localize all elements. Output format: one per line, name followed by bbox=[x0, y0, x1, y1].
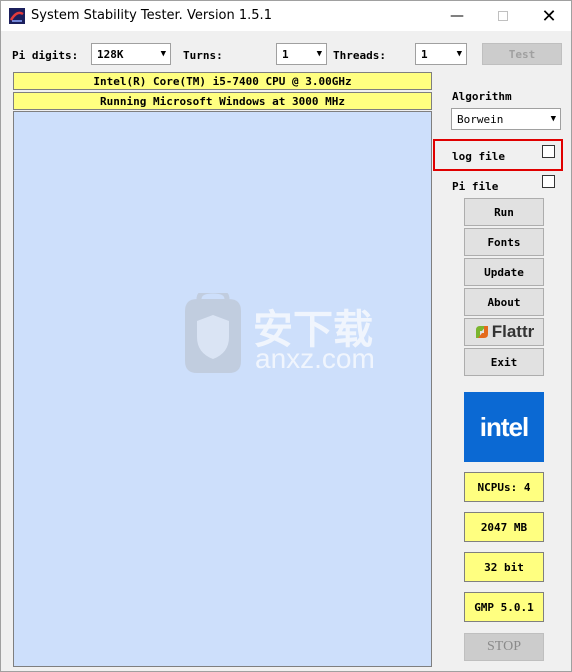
test-button[interactable]: Test bbox=[482, 43, 562, 65]
dropdown-arrow-icon: ▼ bbox=[160, 49, 166, 59]
turns-select[interactable]: 1 ▼ bbox=[276, 43, 327, 65]
threads-select[interactable]: 1 ▼ bbox=[415, 43, 467, 65]
threads-label: Threads: bbox=[333, 49, 386, 62]
pi-digits-value: 128K bbox=[97, 47, 124, 61]
ncpus-display: NCPUs: 4 bbox=[464, 472, 544, 502]
turns-label: Turns: bbox=[183, 49, 223, 62]
dropdown-arrow-icon: ▼ bbox=[550, 114, 556, 124]
pi-file-checkbox[interactable] bbox=[542, 175, 555, 188]
flattr-label: Flattr bbox=[491, 322, 535, 341]
close-icon: ✕ bbox=[541, 5, 557, 27]
turns-value: 1 bbox=[282, 47, 289, 61]
cpu-info: Intel(R) Core(TM) i5-7400 CPU @ 3.00GHz bbox=[13, 72, 432, 90]
update-button[interactable]: Update bbox=[464, 258, 544, 286]
flattr-button[interactable]: Flattr bbox=[464, 318, 544, 346]
algorithm-label: Algorithm bbox=[452, 90, 512, 103]
pi-digits-label: Pi digits: bbox=[12, 49, 79, 62]
minimize-icon: — bbox=[450, 8, 464, 24]
pi-file-label: Pi file bbox=[452, 180, 499, 193]
stop-button[interactable]: STOP bbox=[464, 633, 544, 661]
bits-display: 32 bit bbox=[464, 552, 544, 582]
main-window: System Stability Tester. Version 1.5.1 —… bbox=[0, 0, 572, 672]
log-file-checkbox[interactable] bbox=[542, 145, 555, 158]
algorithm-select[interactable]: Borwein ▼ bbox=[451, 108, 561, 130]
app-icon bbox=[9, 8, 25, 24]
run-button[interactable]: Run bbox=[464, 198, 544, 226]
dropdown-arrow-icon: ▼ bbox=[316, 49, 322, 59]
minimize-button[interactable]: — bbox=[434, 1, 480, 31]
fonts-button[interactable]: Fonts bbox=[464, 228, 544, 256]
close-button[interactable]: ✕ bbox=[526, 1, 572, 31]
log-file-label: log file bbox=[452, 150, 505, 163]
window-title: System Stability Tester. Version 1.5.1 bbox=[31, 8, 272, 23]
flattr-icon bbox=[475, 326, 488, 338]
memory-display: 2047 MB bbox=[464, 512, 544, 542]
intel-logo-text: intel bbox=[479, 411, 529, 442]
os-info: Running Microsoft Windows at 3000 MHz bbox=[13, 92, 432, 110]
pi-digits-select[interactable]: 128K ▼ bbox=[91, 43, 171, 65]
dropdown-arrow-icon: ▼ bbox=[456, 49, 462, 59]
maximize-icon bbox=[498, 11, 508, 21]
threads-value: 1 bbox=[421, 47, 428, 61]
output-area[interactable] bbox=[13, 111, 432, 667]
maximize-button[interactable] bbox=[480, 1, 526, 31]
intel-logo: intel bbox=[464, 392, 544, 462]
algorithm-value: Borwein bbox=[457, 112, 504, 126]
exit-button[interactable]: Exit bbox=[464, 348, 544, 376]
watermark-domain: anxz.com bbox=[255, 343, 375, 374]
title-bar[interactable]: System Stability Tester. Version 1.5.1 —… bbox=[1, 1, 571, 31]
gmp-display: GMP 5.0.1 bbox=[464, 592, 544, 622]
about-button[interactable]: About bbox=[464, 288, 544, 316]
